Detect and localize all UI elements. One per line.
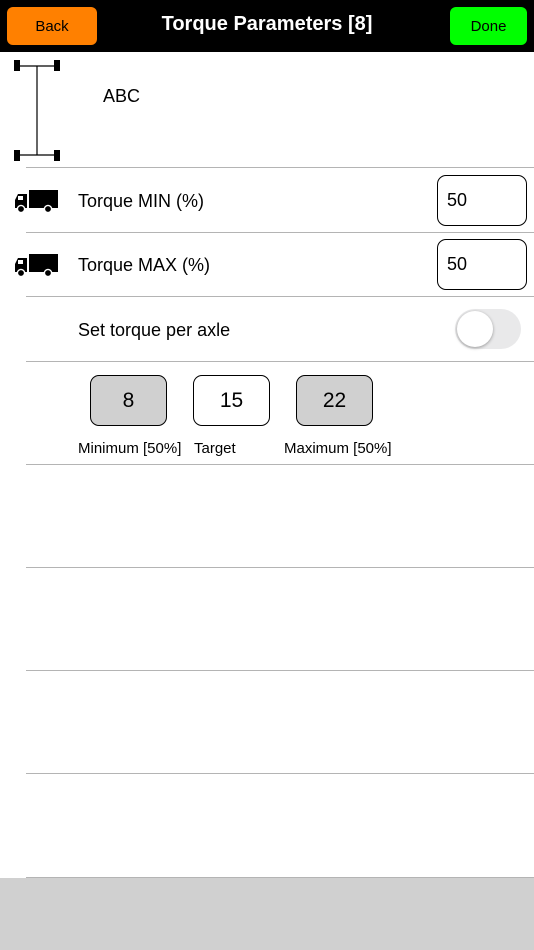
- row-divider: [26, 167, 534, 168]
- done-button[interactable]: Done: [450, 7, 527, 45]
- truck-icon: [15, 254, 58, 278]
- per-axle-label: Set torque per axle: [78, 320, 231, 340]
- torque-max-label: Torque MAX (%): [78, 255, 211, 275]
- toggle-knob: [457, 311, 493, 347]
- truck-icon: [15, 190, 58, 214]
- row-divider: [26, 232, 534, 233]
- header-bar: Back Torque Parameters [8] Done: [0, 0, 534, 52]
- target-value-box[interactable]: 15: [193, 375, 270, 426]
- maximum-label: Maximum [50%]: [284, 440, 392, 457]
- row-divider: [26, 296, 534, 297]
- row-divider: [26, 464, 534, 465]
- row-divider: [26, 361, 534, 362]
- axle-diagram-icon: [14, 60, 60, 161]
- row-divider: [26, 773, 534, 774]
- torque-min-input[interactable]: [437, 175, 527, 226]
- torque-min-label: Torque MIN (%): [78, 191, 205, 211]
- minimum-label: Minimum [50%]: [78, 440, 182, 457]
- maximum-value-box: 22: [296, 375, 373, 426]
- torque-max-input[interactable]: [437, 239, 527, 290]
- row-divider: [26, 567, 534, 568]
- minimum-value-box: 8: [90, 375, 167, 426]
- row-divider: [26, 670, 534, 671]
- page-title: Torque Parameters [8]: [161, 13, 373, 35]
- target-label: Target: [194, 440, 236, 457]
- back-button[interactable]: Back: [7, 7, 97, 45]
- vehicle-name: ABC: [103, 86, 141, 106]
- footer-bar: [0, 878, 534, 950]
- per-axle-toggle[interactable]: [455, 309, 521, 349]
